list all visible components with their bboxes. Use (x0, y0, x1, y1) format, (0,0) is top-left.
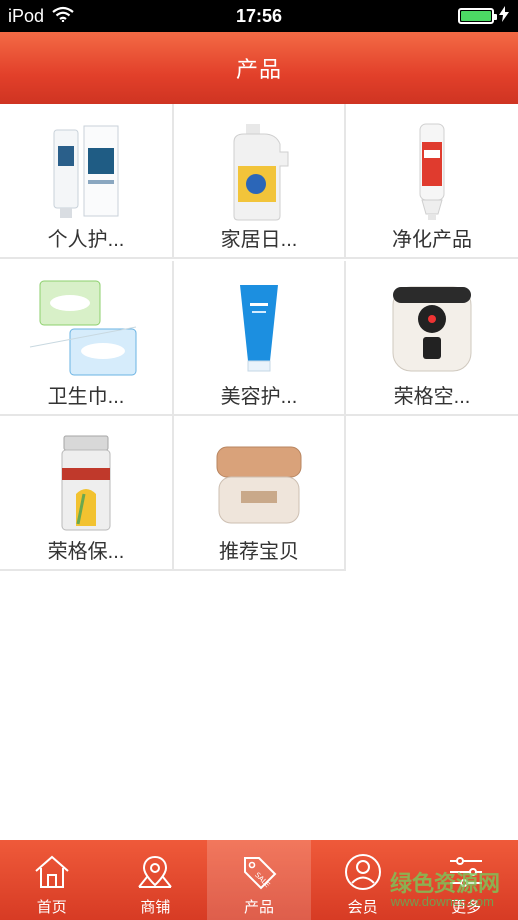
status-bar: iPod 17:56 (0, 0, 518, 32)
sale-tag-icon: SALE (207, 850, 311, 894)
product-cell[interactable]: 卫生巾... (0, 261, 174, 416)
tab-label: 首页 (36, 899, 67, 916)
product-label: 美容护... (220, 386, 298, 408)
product-cell[interactable]: 美容护... (174, 261, 346, 416)
product-label: 推荐宝贝 (219, 541, 299, 563)
supplement-bottle-icon (0, 430, 172, 538)
blue-tube-icon (174, 275, 344, 383)
purifier-cartridge-icon (346, 118, 518, 226)
clock: 17:56 (235, 6, 283, 26)
charging-icon (498, 5, 510, 27)
product-label: 荣格保... (47, 541, 125, 563)
tab-label: 商铺 (140, 899, 171, 916)
product-cell[interactable]: 个人护... (0, 104, 174, 259)
tab-label: 产品 (243, 899, 274, 916)
cream-jar-icon (174, 430, 344, 538)
air-fryer-icon (346, 275, 518, 383)
tab-shop[interactable]: 商铺 (104, 840, 208, 920)
product-label: 净化产品 (392, 229, 472, 251)
tab-products[interactable]: SALE 产品 (207, 840, 311, 920)
page-header: 产品 (0, 32, 518, 104)
product-label: 个人护... (47, 229, 125, 251)
tube-box-icon (0, 118, 172, 226)
home-icon (0, 850, 104, 894)
status-right (458, 0, 510, 32)
battery-icon (458, 8, 497, 24)
product-cell[interactable]: 推荐宝贝 (174, 416, 346, 571)
product-label: 家居日... (220, 229, 298, 251)
page-title: 产品 (235, 57, 282, 82)
product-label: 荣格空... (393, 386, 471, 408)
map-pin-icon (104, 850, 208, 894)
product-label: 卫生巾... (47, 386, 125, 408)
detergent-bottle-icon (174, 118, 344, 226)
product-cell[interactable]: 家居日... (174, 104, 346, 259)
product-cell[interactable]: 净化产品 (346, 104, 518, 259)
sanitary-pad-pack-icon (0, 275, 172, 383)
product-cell[interactable]: 荣格空... (346, 261, 518, 416)
watermark-url: www.downcc.com (390, 894, 494, 909)
product-cell[interactable]: 荣格保... (0, 416, 174, 571)
tab-home[interactable]: 首页 (0, 840, 104, 920)
